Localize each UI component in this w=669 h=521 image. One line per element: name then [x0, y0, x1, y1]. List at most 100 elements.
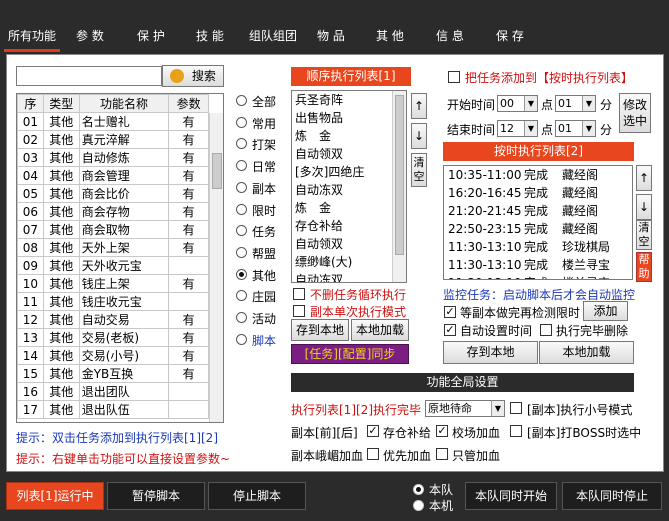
- table-row[interactable]: 07 其他 商会取物有: [17, 220, 209, 239]
- list-item[interactable]: 炼 金: [292, 127, 406, 145]
- tab-items[interactable]: 物 品: [317, 26, 345, 46]
- list-item[interactable]: 10:35-11:00 完成 藏经阁: [444, 166, 632, 184]
- search-button[interactable]: 搜索: [162, 65, 224, 87]
- auto-time-checkbox[interactable]: ✓: [444, 324, 456, 336]
- team-stop-button[interactable]: 本队同时停止: [562, 482, 662, 510]
- function-table-scrollbar[interactable]: [209, 113, 223, 422]
- list-item[interactable]: 16:20-16:45 完成 藏经阁: [444, 184, 632, 202]
- small-mode-checkbox[interactable]: [510, 402, 522, 414]
- category-radio[interactable]: [236, 225, 247, 237]
- boss-checkbox[interactable]: [510, 425, 522, 437]
- table-row[interactable]: 10 其他 钱庄上架有: [17, 274, 209, 293]
- category-radio[interactable]: [236, 181, 247, 193]
- help-button[interactable]: 帮助: [636, 252, 652, 282]
- category-radio[interactable]: [236, 95, 247, 106]
- table-row[interactable]: 06 其他 商会存物有: [17, 202, 209, 221]
- table-row[interactable]: 14 其他 交易(小号) 有: [17, 346, 209, 365]
- search-input[interactable]: [16, 66, 162, 86]
- timed-move-down-button[interactable]: ↓: [636, 194, 652, 220]
- wait-dungeon-checkbox[interactable]: ✓: [444, 306, 456, 318]
- list-item[interactable]: 缥缈峰(大): [292, 253, 406, 271]
- tab-save[interactable]: 保 存: [496, 26, 524, 46]
- team-start-button[interactable]: 本队同时开始: [465, 482, 557, 510]
- table-row[interactable]: 04 其他 商会管理有: [17, 166, 209, 185]
- team-radio[interactable]: [413, 484, 424, 495]
- category-radio[interactable]: [236, 333, 247, 345]
- priority-add-checkbox[interactable]: [367, 448, 379, 460]
- timed-list[interactable]: 10:35-11:00 完成 藏经阁 16:20-16:45 完成 藏经阁 21:20-21…: [443, 165, 633, 280]
- table-row[interactable]: 02 其他 真元淬解有: [17, 130, 209, 149]
- list-item[interactable]: 21:20-21:45 完成 藏经阁: [444, 202, 632, 220]
- start-hour-select[interactable]: 00 ▼: [497, 95, 538, 112]
- seq-clear-button[interactable]: 清空: [411, 153, 427, 187]
- add-timed-button[interactable]: 添加: [583, 301, 628, 321]
- list-item[interactable]: [多次]四绝庄: [292, 163, 406, 181]
- only-add-checkbox[interactable]: [436, 448, 448, 460]
- list-item[interactable]: 自动冻双: [292, 271, 406, 282]
- table-row[interactable]: 09 其他 天外收元宝: [17, 256, 209, 275]
- tab-other[interactable]: 其 他: [376, 26, 404, 46]
- category-radio[interactable]: [236, 116, 247, 128]
- list-item[interactable]: 出售物品: [292, 109, 406, 127]
- store-checkbox[interactable]: ✓: [367, 425, 379, 437]
- timed-save-local-button[interactable]: 存到本地: [443, 341, 538, 364]
- table-row[interactable]: 13 其他 交易(老板) 有: [17, 328, 209, 347]
- category-radio[interactable]: [236, 290, 247, 302]
- seq-list[interactable]: 兵圣奇阵 出售物品炼 金自动领双 [多次]四绝庄 自动冻双炼 金存仓补给 自动领双 缥缈峰…: [291, 90, 407, 283]
- table-row[interactable]: 11 其他 钱庄收元宝: [17, 292, 209, 311]
- list-item[interactable]: 11:30-13:10 完成 珍珑棋局: [444, 238, 632, 256]
- seq-move-down-button[interactable]: ↓: [411, 123, 427, 149]
- list-item[interactable]: 11:30-13:10完成楼兰寻宝: [444, 274, 632, 279]
- table-row[interactable]: 15 其他 金YB互换有: [17, 364, 209, 383]
- pause-script-button[interactable]: 暂停脚本: [107, 482, 205, 510]
- timed-clear-button[interactable]: 清空: [636, 220, 652, 250]
- run-status-button[interactable]: 列表[1]运行中: [6, 482, 104, 510]
- keep-loop-checkbox[interactable]: [293, 288, 305, 300]
- end-hour-select[interactable]: 12 ▼: [497, 120, 538, 137]
- list-item[interactable]: 自动冻双: [292, 181, 406, 199]
- category-radio[interactable]: [236, 268, 247, 280]
- table-row[interactable]: 01 其他 名士赠礼有: [17, 112, 209, 131]
- list-item[interactable]: 兵圣奇阵: [292, 91, 406, 109]
- exec-complete-select[interactable]: 原地待命 ▼: [425, 400, 505, 417]
- table-row[interactable]: 16 其他 退出团队: [17, 382, 209, 401]
- list-item[interactable]: 自动领双: [292, 235, 406, 253]
- seq-move-up-button[interactable]: ↑: [411, 93, 427, 119]
- table-row[interactable]: 03 其他 自动修炼有: [17, 148, 209, 167]
- modify-selected-button[interactable]: 修改 选中: [619, 93, 651, 133]
- seq-list-scroll-thumb[interactable]: [395, 95, 404, 255]
- field-add-checkbox[interactable]: ✓: [436, 425, 448, 437]
- function-table-scroll-thumb[interactable]: [212, 153, 222, 189]
- seq-list-scrollbar[interactable]: [392, 91, 406, 282]
- list-item[interactable]: 11:30-13:10完成楼兰寻宝: [444, 256, 632, 274]
- tab-skills[interactable]: 技 能: [196, 26, 224, 46]
- sync-button[interactable]: [任务][配置]同步: [291, 344, 409, 364]
- category-radio[interactable]: [236, 160, 247, 172]
- table-row[interactable]: 12 其他 自动交易有: [17, 310, 209, 329]
- self-radio[interactable]: [413, 500, 424, 511]
- list-item[interactable]: 自动领双: [292, 145, 406, 163]
- stop-script-button[interactable]: 停止脚本: [208, 482, 306, 510]
- timed-load-local-button[interactable]: 本地加载: [539, 341, 634, 364]
- seq-save-local-button[interactable]: 存到本地: [291, 319, 349, 341]
- single-dungeon-checkbox[interactable]: [293, 305, 305, 317]
- start-minute-select[interactable]: 01 ▼: [555, 95, 596, 112]
- done-delete-checkbox[interactable]: [540, 324, 552, 336]
- list-item[interactable]: 存仓补给: [292, 217, 406, 235]
- table-row[interactable]: 05 其他 商会比价有: [17, 184, 209, 203]
- add-to-timed-checkbox[interactable]: [448, 71, 460, 83]
- seq-load-local-button[interactable]: 本地加载: [351, 319, 409, 341]
- tab-protect[interactable]: 保 护: [137, 26, 165, 46]
- end-minute-select[interactable]: 01 ▼: [555, 120, 596, 137]
- category-radio[interactable]: [236, 203, 247, 215]
- category-radio[interactable]: [236, 312, 247, 323]
- tab-info[interactable]: 信 息: [436, 26, 464, 46]
- category-radio[interactable]: [236, 138, 247, 150]
- tab-team[interactable]: 组队组团: [249, 26, 297, 46]
- timed-move-up-button[interactable]: ↑: [636, 165, 652, 191]
- table-row[interactable]: 08 其他 天外上架有: [17, 238, 209, 257]
- category-radio[interactable]: [236, 246, 247, 258]
- tab-params[interactable]: 参 数: [76, 26, 104, 46]
- tab-all-functions[interactable]: 所有功能: [3, 26, 61, 52]
- table-row[interactable]: 17 其他 退出队伍: [17, 400, 209, 419]
